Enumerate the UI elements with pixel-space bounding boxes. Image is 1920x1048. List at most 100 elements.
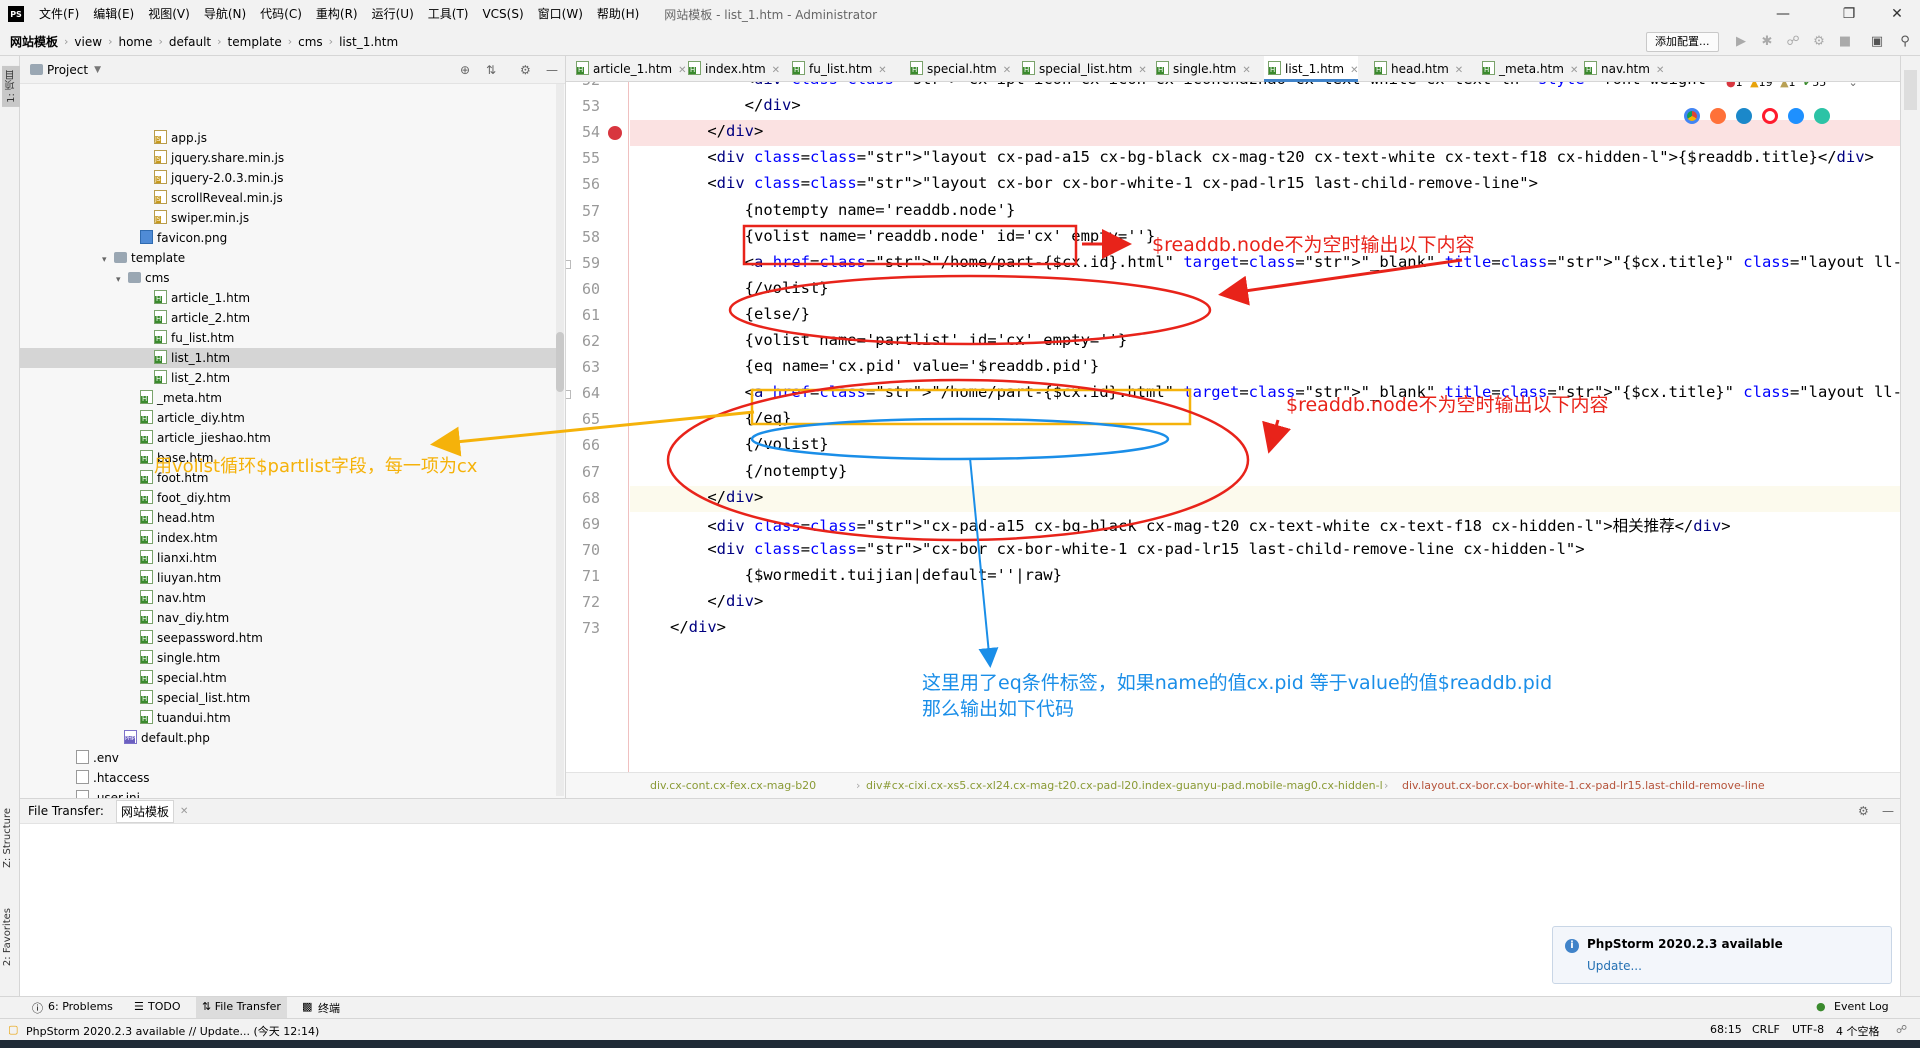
code-line[interactable]: {else/}	[670, 305, 810, 323]
close-tab-icon[interactable]: ✕	[1570, 65, 1578, 76]
fold-marker-icon[interactable]	[566, 390, 571, 400]
firefox-icon[interactable]	[1710, 108, 1726, 124]
code-line[interactable]: {/volist}	[670, 279, 829, 297]
code-line[interactable]: </div>	[670, 592, 763, 610]
code-line[interactable]: {/volist}	[670, 435, 829, 453]
code-line[interactable]: <div class=class="str">"layout cx-pad-a1…	[670, 148, 1874, 166]
tree-item[interactable]: scrollReveal.min.js	[20, 188, 556, 208]
line-separator[interactable]: CRLF	[1752, 1023, 1780, 1036]
event-log-tab[interactable]: Event Log	[1834, 1000, 1889, 1013]
layout-icon[interactable]: ▣	[1868, 33, 1886, 51]
tree-item[interactable]: ▾ cms	[20, 268, 556, 288]
database-tool-tab[interactable]	[1904, 70, 1917, 110]
tab-terminal[interactable]: 终端	[318, 1000, 340, 1016]
maximize-icon[interactable]: ❐	[1826, 0, 1872, 28]
editor-breadcrumb-item[interactable]: div.cx-cont.cx-fex.cx-mag-b20	[650, 773, 816, 798]
file-transfer-tab[interactable]: 网站模板	[115, 799, 174, 823]
profile-icon[interactable]: ⚙	[1810, 33, 1828, 51]
tree-item[interactable]: nav_diy.htm	[20, 608, 556, 628]
tree-item[interactable]: lianxi.htm	[20, 548, 556, 568]
close-tab-icon[interactable]: ✕	[1003, 65, 1011, 76]
editor-tab[interactable]: _meta.htm ✕	[1478, 56, 1578, 82]
chevron-up-icon[interactable]: ⌃	[1836, 82, 1845, 89]
tree-item[interactable]: head.htm	[20, 508, 556, 528]
menu-view[interactable]: 视图(V)	[141, 0, 197, 28]
tree-scrollbar[interactable]	[556, 84, 564, 796]
code-line[interactable]: {volist name='partlist' id='cx' empty=''…	[670, 331, 1128, 349]
code-line[interactable]: <div class=class="str">"cx-pad-a15 cx-bg…	[670, 514, 1730, 536]
menu-edit[interactable]: 编辑(E)	[86, 0, 141, 28]
close-tab-icon[interactable]: ✕	[1455, 65, 1463, 76]
breadcrumb-item[interactable]: template	[224, 35, 286, 49]
gear-icon[interactable]: ⚙	[520, 63, 531, 77]
tab-todo[interactable]: TODO	[148, 1000, 181, 1013]
hide-panel-icon[interactable]: —	[1882, 804, 1894, 818]
menu-refactor[interactable]: 重构(R)	[309, 0, 365, 28]
ie-icon[interactable]	[1788, 108, 1804, 124]
chevron-down-icon[interactable]: ▼	[94, 65, 101, 75]
safari-icon[interactable]	[1736, 108, 1752, 124]
hide-panel-icon[interactable]: —	[546, 63, 558, 77]
coverage-icon[interactable]: ☍	[1784, 33, 1802, 51]
opera-icon[interactable]	[1762, 108, 1778, 124]
tree-item[interactable]: liuyan.htm	[20, 568, 556, 588]
tree-item[interactable]: special.htm	[20, 668, 556, 688]
lock-icon[interactable]: ☍	[1896, 1023, 1907, 1036]
caret-position[interactable]: 68:15	[1710, 1023, 1742, 1036]
editor-tab[interactable]: single.htm ✕	[1152, 56, 1251, 82]
chevron-down-icon[interactable]: ⌄	[1848, 82, 1857, 89]
breakpoint-icon[interactable]	[608, 126, 622, 141]
file-encoding[interactable]: UTF-8	[1792, 1023, 1824, 1036]
menu-window[interactable]: 窗口(W)	[531, 0, 590, 28]
breadcrumb-item[interactable]: cms	[294, 35, 327, 49]
tree-item[interactable]: favicon.png	[20, 228, 556, 248]
tree-item[interactable]: foot_diy.htm	[20, 488, 556, 508]
tree-item[interactable]: article_jieshao.htm	[20, 428, 556, 448]
favorites-tool-tab[interactable]: 2: Favorites	[2, 908, 13, 966]
close-tab-icon[interactable]: ✕	[180, 806, 188, 817]
menu-tools[interactable]: 工具(T)	[421, 0, 476, 28]
tree-item[interactable]: _meta.htm	[20, 388, 556, 408]
minimize-icon[interactable]: —	[1760, 0, 1806, 28]
edge-icon[interactable]	[1814, 108, 1830, 124]
editor-tab[interactable]: special_list.htm ✕	[1018, 56, 1147, 82]
editor-breadcrumb-item[interactable]: div#cx-cixi.cx-xs5.cx-xl24.cx-mag-t20.cx…	[866, 773, 1383, 798]
tree-item[interactable]: default.php	[20, 728, 556, 748]
update-link[interactable]: Update...	[1587, 959, 1642, 973]
code-line[interactable]: </div>	[670, 488, 763, 506]
code-line[interactable]: {/eq}	[670, 409, 792, 427]
project-panel-title[interactable]: Project	[47, 63, 88, 77]
tab-file-transfer[interactable]: ⇅ File Transfer	[196, 997, 287, 1019]
editor-tab[interactable]: fu_list.htm ✕	[788, 56, 887, 82]
editor-tab[interactable]: nav.htm ✕	[1580, 56, 1664, 82]
tree-item[interactable]: .htaccess	[20, 768, 556, 788]
close-tab-icon[interactable]: ✕	[1242, 65, 1250, 76]
stop-icon[interactable]: ■	[1836, 33, 1854, 51]
close-icon[interactable]: ✕	[1874, 0, 1920, 28]
search-icon[interactable]: ⚲	[1896, 33, 1914, 51]
editor-tab[interactable]: index.htm ✕	[684, 56, 780, 82]
tree-item[interactable]: article_diy.htm	[20, 408, 556, 428]
tree-item[interactable]: special_list.htm	[20, 688, 556, 708]
tree-item[interactable]: single.htm	[20, 648, 556, 668]
gear-icon[interactable]: ⚙	[1858, 804, 1869, 818]
tree-item[interactable]: swiper.min.js	[20, 208, 556, 228]
tree-item[interactable]: ▾ template	[20, 248, 556, 268]
menu-code[interactable]: 代码(C)	[253, 0, 309, 28]
chevron-down-icon[interactable]: ▾	[116, 270, 128, 290]
tree-item[interactable]: article_1.htm	[20, 288, 556, 308]
add-configuration-button[interactable]: 添加配置...	[1646, 32, 1719, 52]
code-line[interactable]: <div class=class="str">"cx-ipt-icon cx-i…	[670, 82, 1706, 88]
chrome-icon[interactable]	[1684, 108, 1700, 124]
menu-file[interactable]: 文件(F)	[32, 0, 86, 28]
tree-item[interactable]: jquery-2.0.3.min.js	[20, 168, 556, 188]
editor-tab[interactable]: article_1.htm✕	[572, 56, 686, 82]
run-icon[interactable]: ▶	[1732, 33, 1750, 51]
tree-item[interactable]: article_2.htm	[20, 308, 556, 328]
code-line[interactable]: <div class=class="str">"cx-bor cx-bor-wh…	[670, 540, 1584, 558]
locate-icon[interactable]: ⊕	[460, 63, 470, 77]
tree-item[interactable]: jquery.share.min.js	[20, 148, 556, 168]
debug-icon[interactable]: ✱	[1758, 33, 1776, 51]
menu-help[interactable]: 帮助(H)	[590, 0, 646, 28]
menu-run[interactable]: 运行(U)	[365, 0, 421, 28]
